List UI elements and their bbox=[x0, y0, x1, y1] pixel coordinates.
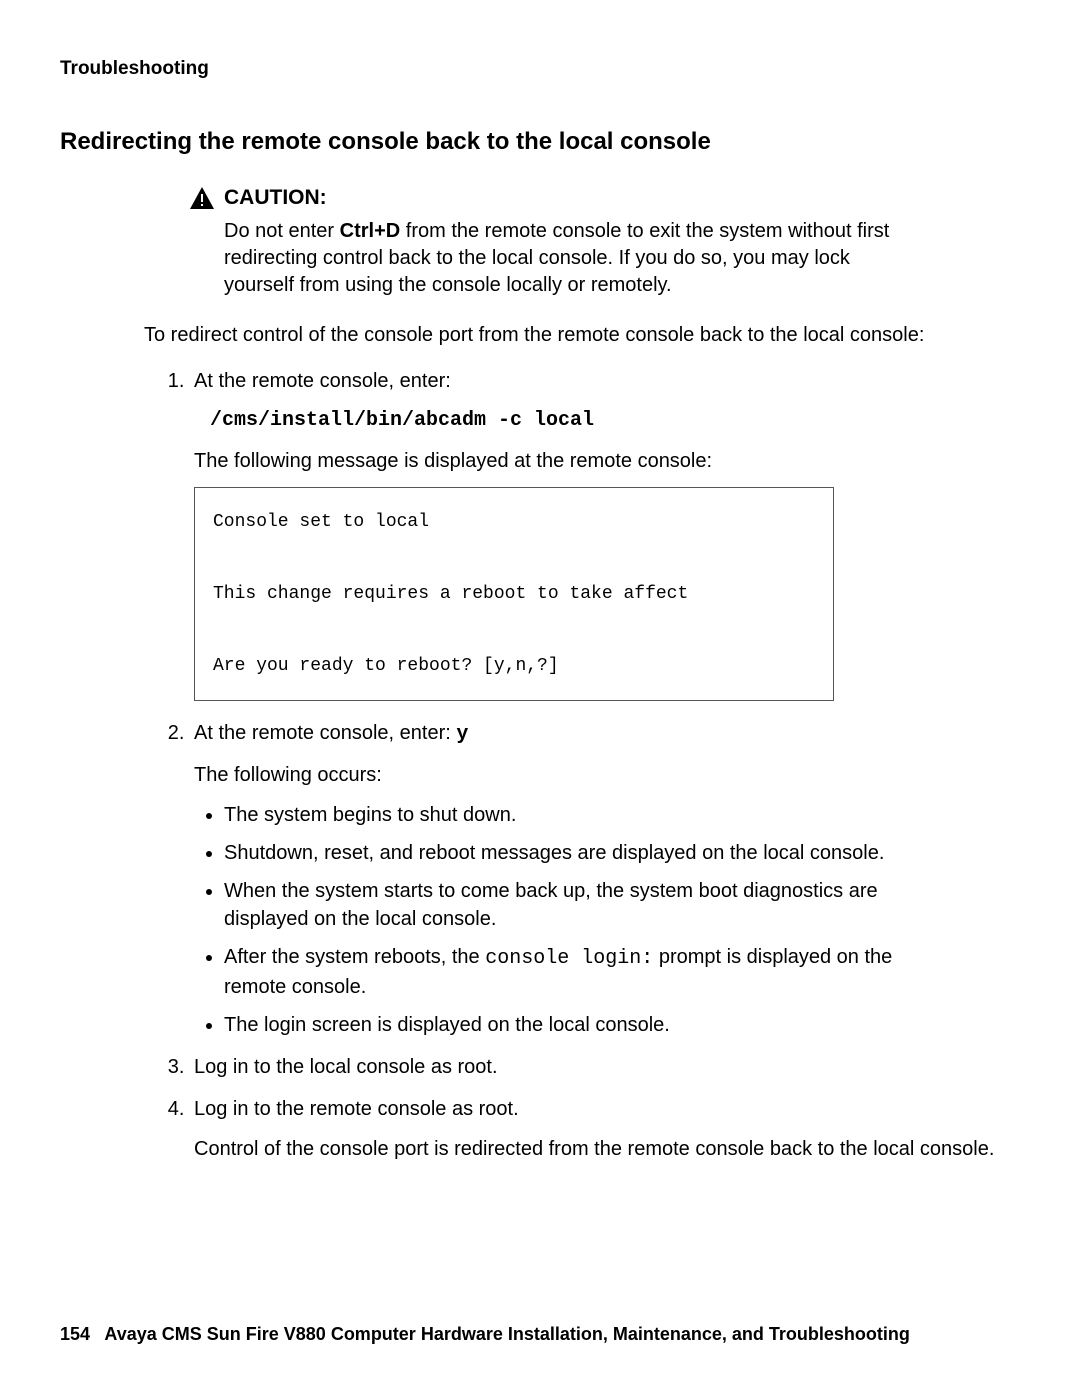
step-1: At the remote console, enter: /cms/insta… bbox=[190, 367, 1020, 701]
step-4-followup: Control of the console port is redirecte… bbox=[194, 1135, 1020, 1163]
step-2-line-pre: At the remote console, enter: bbox=[194, 722, 456, 744]
list-item: The system begins to shut down. bbox=[224, 801, 1020, 829]
list-item: After the system reboots, the console lo… bbox=[224, 943, 1020, 1001]
list-item: The login screen is displayed on the loc… bbox=[224, 1011, 1020, 1039]
intro-text: To redirect control of the console port … bbox=[144, 321, 1020, 349]
step-3-text: Log in to the local console as root. bbox=[194, 1053, 1020, 1081]
running-header: Troubleshooting bbox=[60, 58, 1020, 80]
page-footer: 154 Avaya CMS Sun Fire V880 Computer Har… bbox=[60, 1324, 910, 1345]
caution-block: CAUTION: Do not enter Ctrl+D from the re… bbox=[190, 186, 1020, 299]
caution-body-pre: Do not enter bbox=[224, 220, 340, 242]
step-2: At the remote console, enter: y The foll… bbox=[190, 719, 1020, 1039]
step-4: Log in to the remote console as root. Co… bbox=[190, 1095, 1020, 1163]
page-number: 154 bbox=[60, 1324, 90, 1344]
caution-body-key: Ctrl+D bbox=[340, 220, 401, 242]
step-2-line: At the remote console, enter: y bbox=[194, 719, 1020, 749]
step-2-bullets: The system begins to shut down. Shutdown… bbox=[224, 801, 1020, 1039]
b4-code: console login: bbox=[485, 947, 653, 970]
step-3: Log in to the local console as root. bbox=[190, 1053, 1020, 1081]
warning-icon bbox=[190, 187, 214, 209]
page-title: Redirecting the remote console back to t… bbox=[60, 128, 1020, 156]
step-2-followup: The following occurs: bbox=[194, 761, 1020, 789]
caution-label: CAUTION: bbox=[224, 186, 327, 210]
step-1-text: At the remote console, enter: bbox=[194, 367, 1020, 395]
b4-pre: After the system reboots, the bbox=[224, 946, 485, 968]
step-4-text: Log in to the remote console as root. bbox=[194, 1095, 1020, 1123]
list-item: Shutdown, reset, and reboot messages are… bbox=[224, 839, 1020, 867]
list-item: When the system starts to come back up, … bbox=[224, 877, 1020, 933]
step-1-command: /cms/install/bin/abcadm -c local bbox=[210, 407, 1020, 435]
console-output: Console set to local This change require… bbox=[194, 487, 834, 701]
step-1-followup: The following message is displayed at th… bbox=[194, 447, 1020, 475]
step-2-line-key: y bbox=[456, 723, 468, 746]
caution-body: Do not enter Ctrl+D from the remote cons… bbox=[224, 218, 1020, 299]
steps-list: At the remote console, enter: /cms/insta… bbox=[190, 367, 1020, 1163]
footer-title: Avaya CMS Sun Fire V880 Computer Hardwar… bbox=[104, 1324, 910, 1344]
